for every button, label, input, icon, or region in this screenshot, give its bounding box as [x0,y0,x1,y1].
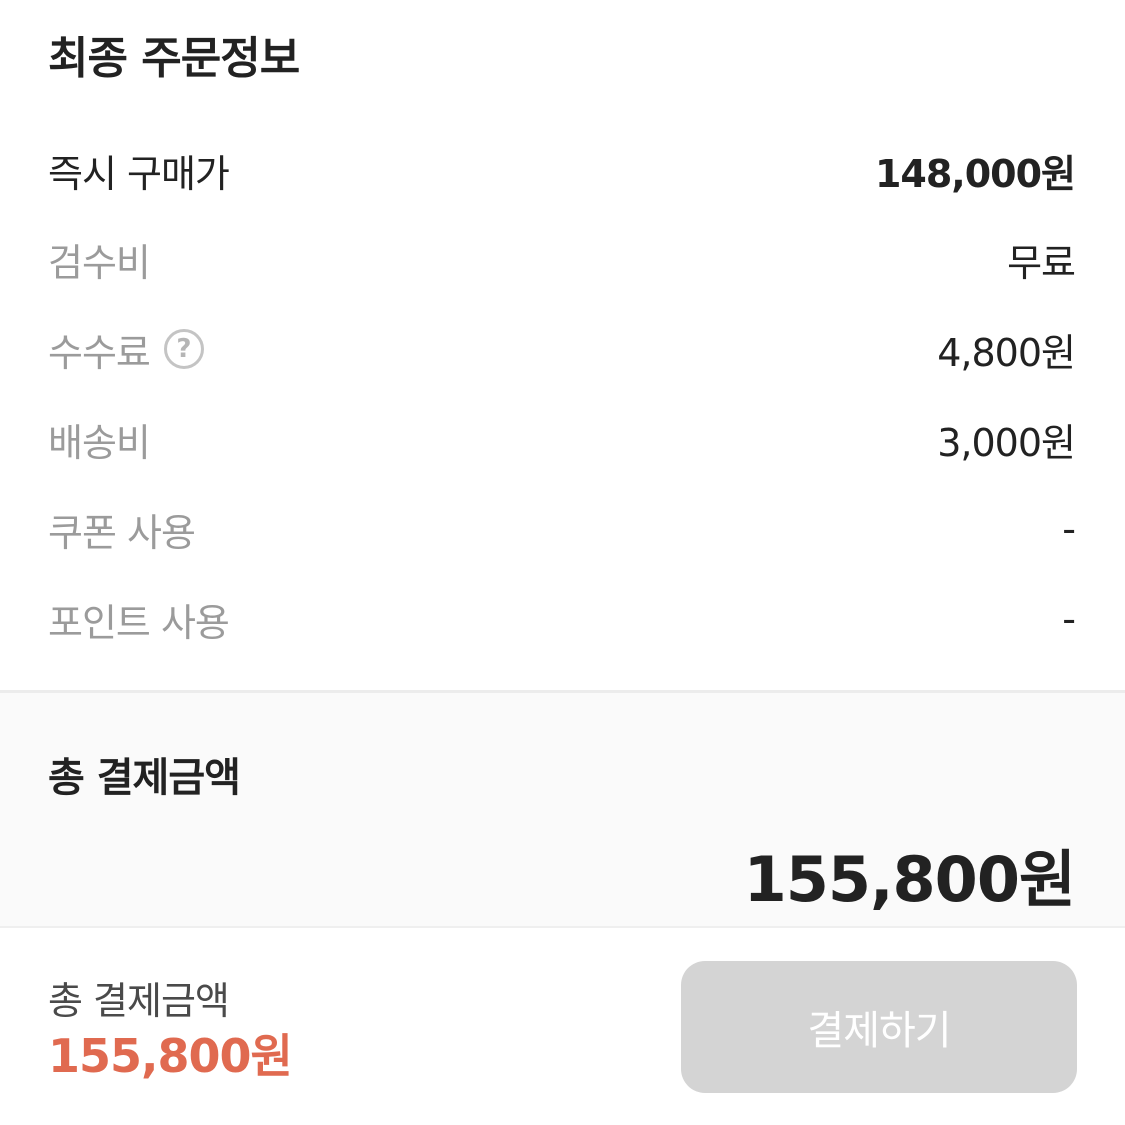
row-value: 3,000원 [937,420,1076,465]
row-label: 배송비 [48,420,151,465]
total-label: 총 결제금액 [48,755,241,801]
row-instant-price: 즉시 구매가 148,000원 [48,140,1076,200]
row-value: 무료 [1007,240,1076,285]
bottom-bar: 총 결제금액 155,800원 결제하기 [0,926,1125,1125]
row-label-wrap: 수수료 ? [48,322,204,377]
row-value: - [1062,597,1076,641]
row-coupon: 쿠폰 사용 - [48,499,1076,559]
row-shipping-fee: 배송비 3,000원 [48,409,1076,469]
row-inspection-fee: 검수비 무료 [48,229,1076,289]
row-label: 수수료 [48,330,151,375]
row-label: 포인트 사용 [48,600,230,645]
section-title: 최종 주문정보 [48,33,300,84]
row-label: 즉시 구매가 [48,151,230,196]
row-value: 148,000원 [874,151,1076,196]
bottom-total-amount: 155,800원 [48,1029,293,1083]
row-commission: 수수료 ? 4,800원 [48,319,1076,379]
total-panel: 총 결제금액 155,800원 [0,690,1125,926]
row-value: - [1062,507,1076,551]
order-summary-page: 최종 주문정보 즉시 구매가 148,000원 검수비 무료 수수료 ? 4,8… [0,0,1125,1125]
pay-button[interactable]: 결제하기 [681,961,1077,1093]
total-amount: 155,800원 [743,843,1076,916]
question-circle-icon[interactable]: ? [163,329,204,369]
row-label: 검수비 [48,240,151,285]
row-points: 포인트 사용 - [48,589,1076,649]
row-value: 4,800원 [937,330,1076,375]
bottom-total-label: 총 결제금액 [48,979,230,1023]
row-label: 쿠폰 사용 [48,510,196,555]
